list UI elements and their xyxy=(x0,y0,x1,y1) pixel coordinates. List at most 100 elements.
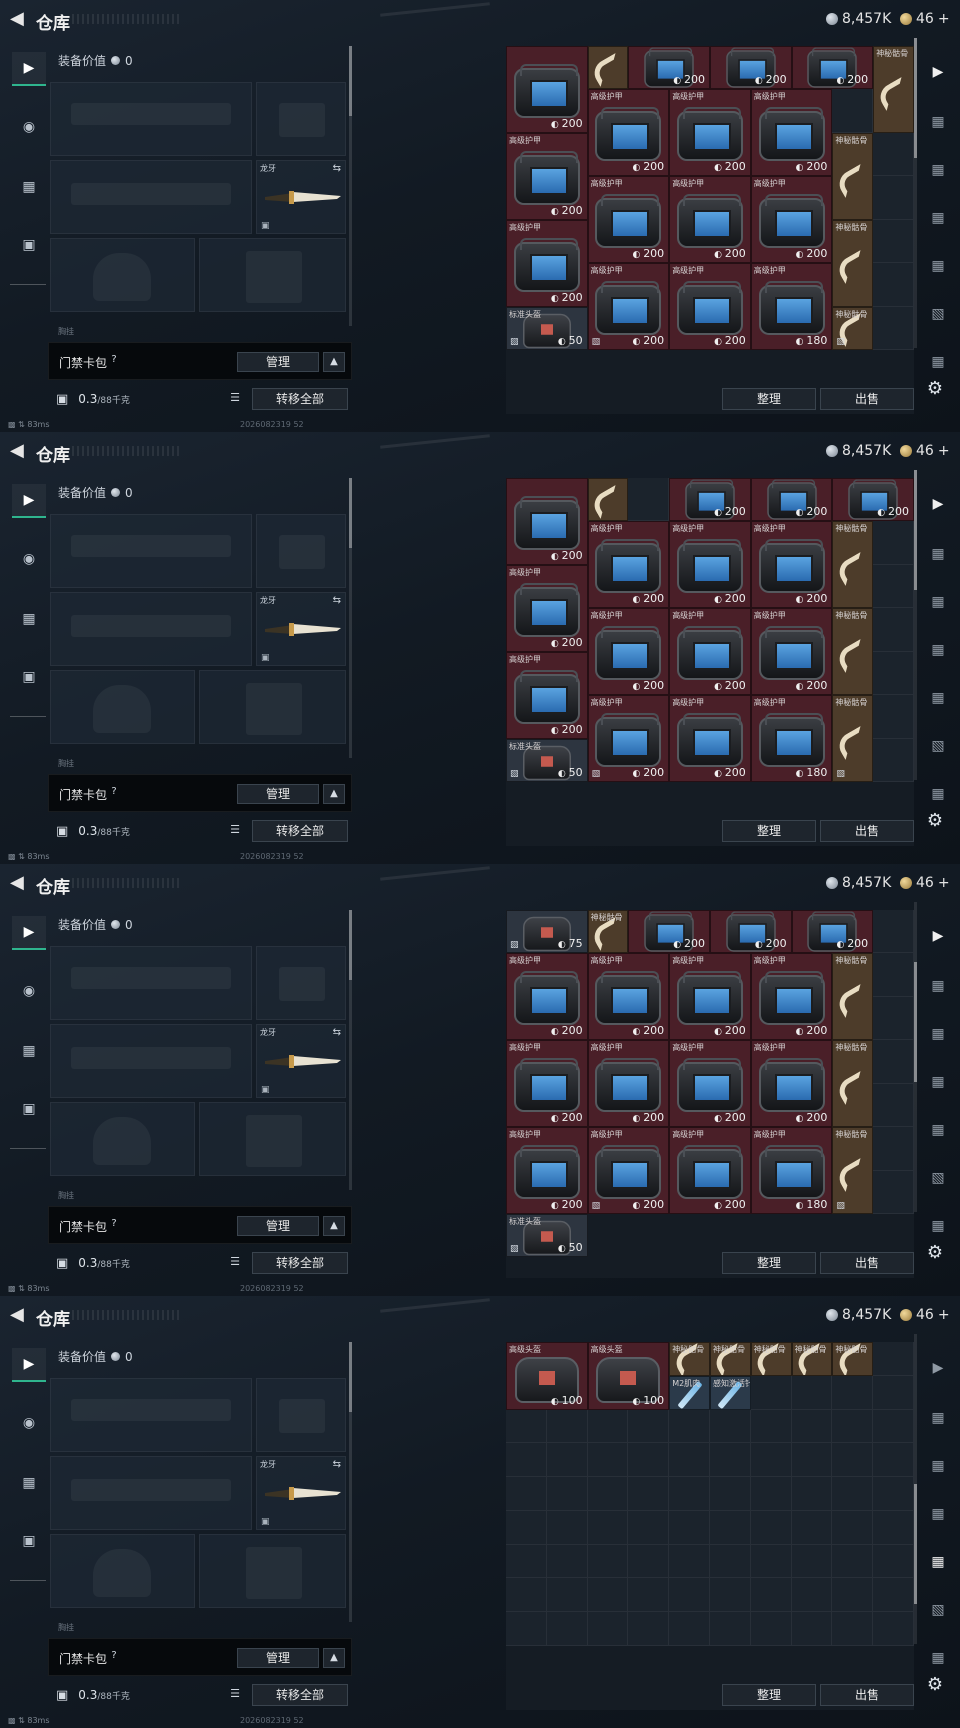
manage-button[interactable]: 管理 xyxy=(237,352,319,372)
helmet-icon[interactable]: ◉ xyxy=(12,542,46,576)
storage-1-icon[interactable]: ▦ xyxy=(922,106,954,138)
stash-item-armor[interactable]: 高级护甲 200 xyxy=(669,953,751,1041)
stash-cell[interactable] xyxy=(710,1544,751,1579)
storage-add-icon[interactable]: ▧ xyxy=(922,730,954,762)
stash-item-bone[interactable]: 神秘骷骨 ▧ xyxy=(832,306,874,350)
stash-cell[interactable] xyxy=(669,1477,710,1511)
sort-button[interactable]: 整理 xyxy=(722,820,816,842)
chevron-up-icon[interactable]: ▲ xyxy=(323,1648,345,1668)
sort-button[interactable]: 整理 xyxy=(722,388,816,410)
stash-cell[interactable] xyxy=(587,1510,629,1545)
storage-1-icon[interactable]: ▦ xyxy=(922,1402,954,1434)
helmet-icon[interactable]: ◉ xyxy=(12,1406,46,1440)
stash-cell[interactable] xyxy=(791,1612,833,1646)
sell-button[interactable]: 出售 xyxy=(820,1684,914,1706)
stash-item-bone[interactable]: 神秘骷骨 xyxy=(832,953,874,1041)
stash-item-helmet[interactable]: 标准头盔 50 ▧ xyxy=(506,738,588,782)
stash-cell[interactable] xyxy=(873,1170,914,1214)
pistol-slot[interactable] xyxy=(256,82,346,156)
stash-cell[interactable] xyxy=(791,1375,833,1410)
stash-cell[interactable] xyxy=(750,1375,792,1410)
stash-cell[interactable] xyxy=(832,1510,874,1545)
stash-item-bone[interactable]: 神秘骷骨 xyxy=(710,1342,751,1376)
transfer-all-button[interactable]: 转移全部 xyxy=(252,1684,348,1706)
stash-cell[interactable] xyxy=(832,1375,874,1410)
briefcase-icon[interactable]: ▣ xyxy=(12,1524,46,1558)
stash-cell[interactable] xyxy=(873,996,914,1041)
stash-cell[interactable] xyxy=(628,1409,670,1444)
stash-item-armor[interactable]: 高级护甲 200 xyxy=(750,89,833,177)
vest-icon[interactable]: ▦ xyxy=(12,1034,46,1068)
gold-currency[interactable]: 46 + xyxy=(900,10,950,28)
stash-cell[interactable] xyxy=(710,1510,751,1545)
sell-button[interactable]: 出售 xyxy=(820,820,914,842)
stash-item-bone[interactable]: 神秘骷骨 xyxy=(832,132,874,220)
stash-item-bone[interactable]: 神秘骷骨 xyxy=(832,608,874,696)
stash-cell[interactable] xyxy=(873,1342,914,1376)
vest-icon[interactable]: ▦ xyxy=(12,170,46,204)
stash-item-armor[interactable]: 高级护甲 180 xyxy=(750,695,833,782)
stash-cell[interactable] xyxy=(791,1409,833,1444)
stash-item-bone[interactable]: 神秘骷骨 xyxy=(587,910,629,954)
list-icon[interactable]: ☰ xyxy=(226,1687,244,1703)
stash-item-bone[interactable] xyxy=(587,46,629,90)
settings-gear-icon[interactable]: ⚙ xyxy=(924,378,946,400)
stash-cell[interactable] xyxy=(587,1578,629,1613)
stash-cell[interactable] xyxy=(750,1578,792,1613)
stash-item-armor[interactable]: 高级护甲 200 xyxy=(587,1040,670,1128)
stash-cell[interactable] xyxy=(750,1477,792,1511)
stash-item-bone[interactable]: 神秘骷骨 xyxy=(669,1342,710,1376)
stash-item-bone[interactable]: 神秘骷骨 xyxy=(873,46,914,133)
stash-item-armor[interactable]: 高级护甲 200 xyxy=(750,608,833,696)
primary-weapon-slot[interactable] xyxy=(50,946,252,1020)
melee-slot[interactable]: 龙牙 ⇆ ▣ xyxy=(256,160,346,234)
secondary-weapon-slot[interactable] xyxy=(50,160,252,234)
add-gold-icon[interactable]: + xyxy=(938,443,950,459)
stash-scrollbar[interactable] xyxy=(914,1334,917,1644)
stash-cell[interactable] xyxy=(750,1443,792,1478)
stash-cell[interactable] xyxy=(546,1544,588,1579)
stash-cell[interactable] xyxy=(710,1578,751,1613)
stash-cell[interactable] xyxy=(669,1578,710,1613)
stash-cell[interactable] xyxy=(873,306,914,350)
manage-button[interactable]: 管理 xyxy=(237,1216,319,1236)
sell-button[interactable]: 出售 xyxy=(820,388,914,410)
storage-1-icon[interactable]: ▦ xyxy=(922,538,954,570)
equipment-scrollbar[interactable] xyxy=(349,1342,352,1622)
vest-icon[interactable]: ▦ xyxy=(12,602,46,636)
storage-2-icon[interactable]: ▦ xyxy=(922,1450,954,1482)
primary-weapon-slot[interactable] xyxy=(50,82,252,156)
armor-slot[interactable] xyxy=(199,670,346,744)
safe-icon[interactable]: ▶ xyxy=(922,56,954,88)
stash-cell[interactable] xyxy=(832,1544,874,1579)
stash-item-armor[interactable]: 200 xyxy=(628,46,710,90)
stash-item-bone[interactable] xyxy=(587,478,629,522)
pistol-slot[interactable] xyxy=(256,514,346,588)
melee-slot[interactable]: 龙牙 ⇆ ▣ xyxy=(256,1456,346,1530)
stash-item-armor[interactable]: 200 xyxy=(628,910,710,954)
helmet-icon[interactable]: ◉ xyxy=(12,974,46,1008)
stash-cell[interactable] xyxy=(628,1544,670,1579)
stash-cell[interactable] xyxy=(506,1510,547,1545)
storage-4-icon[interactable]: ▦ xyxy=(922,682,954,714)
stash-item-armor[interactable]: 高级护甲 200 xyxy=(750,953,833,1041)
stash-cell[interactable] xyxy=(832,1477,874,1511)
equipment-scrollbar[interactable] xyxy=(349,910,352,1190)
stash-item-armor[interactable]: 高级护甲 200 xyxy=(506,219,588,307)
stash-cell[interactable] xyxy=(750,1544,792,1579)
stash-item-bone[interactable]: 神秘骷骨 xyxy=(832,219,874,307)
stash-item-bone[interactable]: 神秘骷骨 xyxy=(750,1342,792,1376)
stash-cell[interactable] xyxy=(873,521,914,565)
swap-icon[interactable]: ⇆ xyxy=(333,1027,341,1038)
stash-item-armor[interactable]: 200 xyxy=(750,478,833,522)
stash-item-armor[interactable]: 200 xyxy=(669,478,751,522)
back-arrow-icon[interactable]: ◀ xyxy=(10,442,28,460)
help-icon[interactable]: ? xyxy=(107,1650,121,1664)
stash-item-armor[interactable]: 高级护甲 200 xyxy=(669,608,751,696)
storage-5-icon[interactable]: ▦ xyxy=(922,1210,954,1242)
stash-cell[interactable] xyxy=(628,1510,670,1545)
stash-cell[interactable] xyxy=(710,1477,751,1511)
secondary-weapon-slot[interactable] xyxy=(50,1456,252,1530)
stash-item-armor[interactable]: 高级护甲 200 xyxy=(669,521,751,609)
stash-cell[interactable] xyxy=(832,1578,874,1613)
